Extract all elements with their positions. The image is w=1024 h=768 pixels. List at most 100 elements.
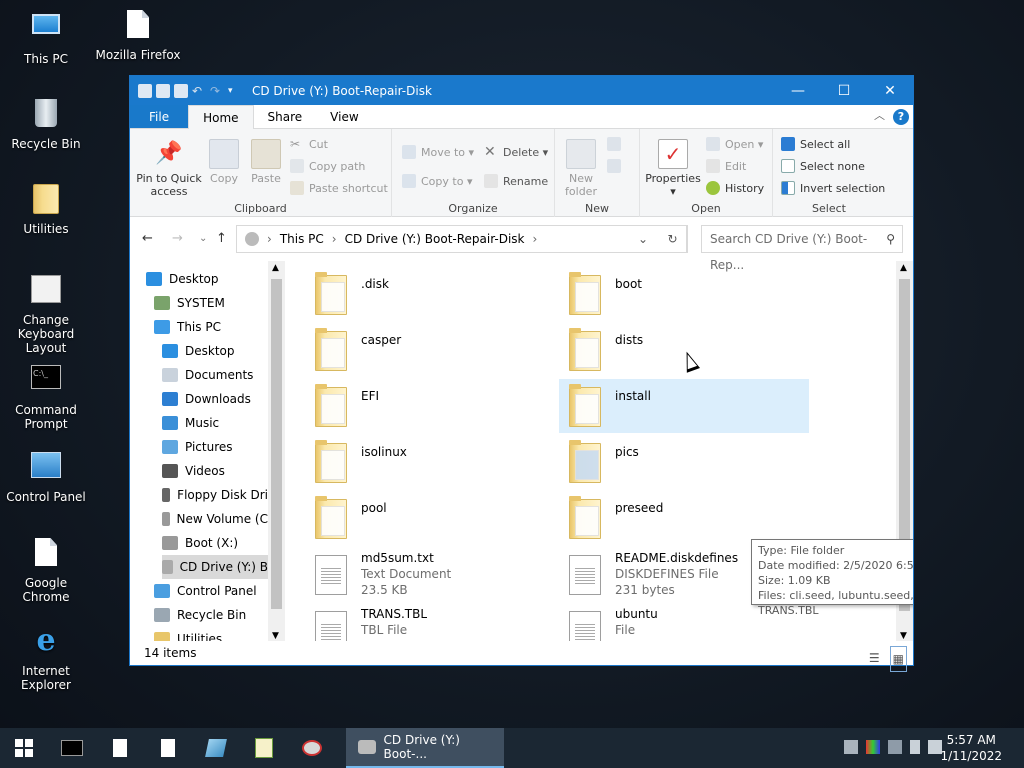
- address-box[interactable]: › This PC › CD Drive (Y:) Boot-Repair-Di…: [236, 225, 687, 253]
- nav-item[interactable]: CD Drive (Y:) B: [162, 555, 268, 579]
- easy-access-button[interactable]: [607, 159, 626, 173]
- scroll-down-icon[interactable]: ▼: [272, 631, 279, 641]
- scroll-down-icon[interactable]: ▼: [900, 631, 907, 641]
- invert-selection-button[interactable]: Invert selection: [781, 181, 885, 195]
- refresh-button[interactable]: ↻: [658, 225, 688, 253]
- taskbar-app-3[interactable]: [288, 728, 336, 768]
- desktop-icon-3[interactable]: Recycle Bin: [0, 96, 92, 151]
- redo-icon[interactable]: ↷: [210, 84, 224, 98]
- help-icon[interactable]: ?: [893, 109, 909, 125]
- large-icons-view-icon[interactable]: ▦: [889, 646, 907, 672]
- cut-button[interactable]: ✂ Cut: [290, 137, 328, 151]
- history-button[interactable]: History: [706, 181, 764, 195]
- file-tile[interactable]: md5sum.txt Text Document 23.5 KB: [305, 547, 555, 601]
- desktop-icon-8[interactable]: Google Chrome: [0, 536, 92, 604]
- new-item-button[interactable]: [607, 137, 626, 151]
- usb-icon[interactable]: [910, 740, 920, 754]
- collapse-ribbon-icon[interactable]: ︿: [874, 107, 885, 123]
- nav-item[interactable]: Pictures: [162, 435, 268, 459]
- address-dropdown-icon[interactable]: ⌄: [638, 232, 648, 246]
- desktop-icon-4[interactable]: Utilities: [0, 184, 92, 236]
- recent-locations-icon[interactable]: ⌄: [199, 233, 207, 244]
- forward-icon[interactable]: →: [172, 231, 183, 246]
- file-tile[interactable]: dists: [559, 323, 809, 377]
- details-view-icon[interactable]: ☰: [869, 646, 880, 672]
- taskbar-app-2[interactable]: [240, 728, 288, 768]
- open-button[interactable]: Open ▾: [706, 137, 763, 151]
- title-bar[interactable]: ↶ ↷ ▾ CD Drive (Y:) Boot-Repair-Disk — ☐…: [130, 76, 913, 105]
- desktop-icon-6[interactable]: C:\_ Command Prompt: [0, 360, 92, 431]
- properties-icon[interactable]: [156, 83, 170, 98]
- nav-item[interactable]: New Volume (C: [162, 507, 268, 531]
- file-tile[interactable]: TRANS.TBL TBL File: [305, 603, 555, 641]
- paste-shortcut-button[interactable]: Paste shortcut: [290, 181, 388, 195]
- start-button[interactable]: [0, 728, 48, 768]
- search-input[interactable]: Search CD Drive (Y:) Boot-Rep... ⚲: [701, 225, 903, 272]
- desktop-icon-7[interactable]: Control Panel: [0, 448, 92, 504]
- copy-button[interactable]: Copy: [206, 139, 242, 185]
- nav-item[interactable]: Recycle Bin: [154, 603, 268, 627]
- minimize-button[interactable]: —: [775, 76, 821, 105]
- taskbar-file-1[interactable]: [96, 728, 144, 768]
- nav-item[interactable]: SYSTEM: [154, 291, 268, 315]
- undo-icon[interactable]: ↶: [192, 84, 206, 98]
- grid-icon[interactable]: [888, 740, 902, 754]
- scroll-up-icon[interactable]: ▲: [272, 263, 279, 273]
- select-none-button[interactable]: Select none: [781, 159, 865, 173]
- breadcrumb-current[interactable]: CD Drive (Y:) Boot-Repair-Disk: [345, 232, 525, 246]
- nav-item[interactable]: This PC: [154, 315, 268, 339]
- nav-item[interactable]: Utilities: [154, 627, 268, 641]
- chevron-down-icon[interactable]: ▾: [228, 84, 242, 98]
- pin-to-quick-access-button[interactable]: 📌 Pin to Quick access: [136, 139, 202, 198]
- file-tile[interactable]: casper: [305, 323, 555, 377]
- file-tile[interactable]: .disk: [305, 267, 555, 321]
- file-tile[interactable]: isolinux: [305, 435, 555, 489]
- desktop-icon-9[interactable]: e Internet Explorer: [0, 624, 92, 693]
- properties-button[interactable]: ✓ Properties ▾: [644, 139, 702, 198]
- select-all-button[interactable]: Select all: [781, 137, 850, 151]
- delete-button[interactable]: ✕ Delete ▾: [484, 145, 548, 159]
- network-icon[interactable]: [844, 740, 858, 754]
- file-tile[interactable]: preseed: [559, 491, 809, 545]
- maximize-button[interactable]: ☐: [821, 76, 867, 105]
- up-icon[interactable]: ↑: [216, 231, 227, 246]
- copy-to-button[interactable]: Copy to ▾: [402, 174, 472, 188]
- nav-item[interactable]: Music: [162, 411, 268, 435]
- desktop-icon-1[interactable]: This PC: [0, 8, 92, 66]
- nav-scrollbar[interactable]: ▲ ▼: [268, 261, 284, 641]
- taskbar-explorer-window[interactable]: CD Drive (Y:) Boot-...: [346, 728, 504, 768]
- nav-item[interactable]: Documents: [162, 363, 268, 387]
- rename-button[interactable]: Rename: [484, 174, 548, 188]
- scroll-up-icon[interactable]: ▲: [900, 263, 907, 273]
- file-tile[interactable]: boot: [559, 267, 809, 321]
- tab-share[interactable]: Share: [254, 105, 317, 128]
- copy-path-button[interactable]: Copy path: [290, 159, 365, 173]
- file-tile[interactable]: install: [559, 379, 809, 433]
- nav-item[interactable]: Floppy Disk Dri: [162, 483, 268, 507]
- breadcrumb-this-pc[interactable]: This PC: [280, 232, 324, 246]
- tab-view[interactable]: View: [316, 105, 372, 128]
- desktop-icon-5[interactable]: Change Keyboard Layout: [0, 272, 92, 355]
- nav-item[interactable]: Desktop: [162, 339, 268, 363]
- new-folder-icon[interactable]: [174, 83, 188, 98]
- nav-item[interactable]: Videos: [162, 459, 268, 483]
- taskbar-app-1[interactable]: [192, 728, 240, 768]
- tab-home[interactable]: Home: [188, 105, 254, 130]
- paste-button[interactable]: Paste: [248, 139, 284, 185]
- nav-item[interactable]: Control Panel: [154, 579, 268, 603]
- tab-file[interactable]: File: [130, 105, 189, 128]
- nav-item[interactable]: Boot (X:): [162, 531, 268, 555]
- nav-item[interactable]: Desktop: [146, 267, 268, 291]
- file-tile[interactable]: pool: [305, 491, 555, 545]
- new-folder-button[interactable]: New folder: [561, 139, 601, 198]
- taskbar-command-prompt[interactable]: [48, 728, 96, 768]
- nav-item[interactable]: Downloads: [162, 387, 268, 411]
- edit-button[interactable]: Edit: [706, 159, 746, 173]
- move-to-button[interactable]: Move to ▾: [402, 145, 474, 159]
- back-icon[interactable]: ←: [142, 231, 153, 246]
- desktop-icon-2[interactable]: Mozilla Firefox: [92, 8, 184, 62]
- file-tile[interactable]: EFI: [305, 379, 555, 433]
- file-tile[interactable]: pics: [559, 435, 809, 489]
- color-icon[interactable]: [866, 740, 880, 754]
- clock[interactable]: 5:57 AM 1/11/2022: [940, 732, 1002, 764]
